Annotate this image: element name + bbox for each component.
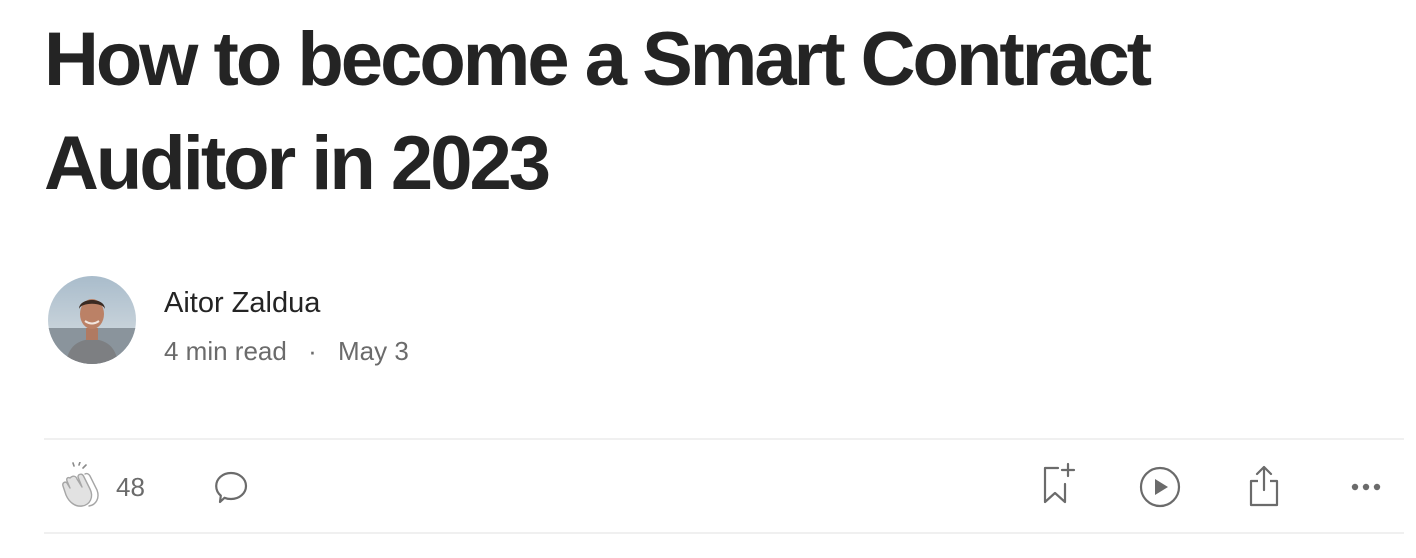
publish-date: May 3 — [337, 336, 409, 366]
comment-icon[interactable] — [214, 470, 250, 506]
author-name[interactable]: Aitor Zaldua — [164, 284, 320, 322]
article-meta: 4 min read · May 3 — [164, 334, 409, 368]
more-icon[interactable] — [1348, 478, 1384, 496]
meta-separator: · — [308, 336, 317, 366]
article-title: How to become a Smart Contract Auditor i… — [44, 17, 1152, 206]
action-bar-top-divider — [44, 438, 1404, 440]
author-avatar[interactable] — [48, 276, 136, 364]
play-icon[interactable] — [1138, 465, 1182, 509]
avatar-photo — [48, 276, 136, 364]
action-bar-bottom-divider — [44, 532, 1404, 534]
clap-icon[interactable] — [60, 462, 104, 508]
clap-count: 48 — [116, 472, 145, 502]
read-time: 4 min read — [164, 336, 287, 366]
share-icon[interactable] — [1244, 464, 1284, 508]
bookmark-add-icon[interactable] — [1038, 462, 1080, 506]
